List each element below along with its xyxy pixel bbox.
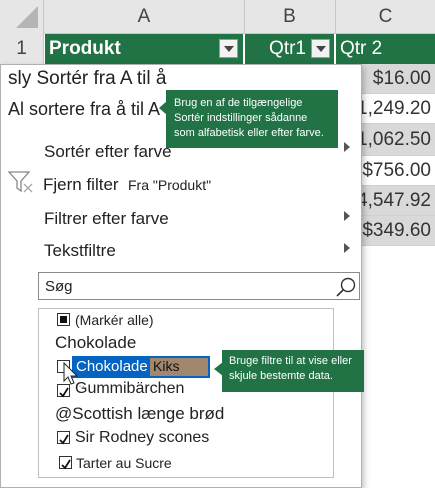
header-cell-qtr1: Qtr1 [244,34,334,64]
menu-filter-by-color[interactable]: Filtrer efter farve [44,209,169,229]
sir-rodney-checkbox[interactable] [57,431,70,445]
qtr1-filter-dropdown[interactable] [311,39,330,58]
list-item-sir-rodney[interactable]: Sir Rodney scones [75,429,209,447]
header-cell-qtr2: Qtr 2 [335,34,435,64]
list-group-chokolade: Chokolade [55,333,137,352]
menu-text-filters[interactable]: Tekstfiltre [44,241,116,261]
column-header-a[interactable]: A [45,0,243,34]
mouse-cursor-icon [63,362,79,385]
header-cell-produkt: Produkt [45,34,243,64]
produkt-filter-dropdown[interactable] [219,39,238,58]
header-produkt-label: Produkt [49,38,121,59]
column-header-c[interactable]: C [335,0,435,34]
tarter-checkbox[interactable] [59,456,72,470]
menu-clear-filter[interactable]: Fjern filter [43,175,119,195]
column-header-b[interactable]: B [244,0,334,34]
list-group-scottish: @Scottish længe brød [55,404,225,423]
menu-sort-descending[interactable]: Al sortere fra å til A [8,99,160,120]
corner-triangle-icon [16,6,38,28]
list-item-chokolade-selected[interactable]: Chokolade Kiks [72,356,210,378]
search-icon [336,277,356,297]
menu-sort-by-color[interactable]: Sortér efter farve [44,142,172,162]
list-item-chokolade-label: Chokolade [76,358,148,375]
row-header-1[interactable]: 1 [0,34,44,64]
dropdown-arrow-icon [223,45,234,52]
list-item-gummibarchen[interactable]: Gummibärchen [75,380,184,398]
select-all-checkbox[interactable] [57,313,70,326]
checkmark-icon [59,387,69,398]
filter-clear-icon [7,170,34,199]
menu-clear-filter-from: Fra "Produkt" [128,177,212,193]
header-qtr2-label: Qtr 2 [340,38,383,59]
filter-tooltip: Bruge filtre til at vise eller skjule be… [222,350,364,392]
submenu-arrow-icon [344,243,350,253]
select-all-corner[interactable] [0,0,44,34]
list-item-kiks[interactable]: Kiks [150,358,208,376]
checkmark-icon [61,459,71,470]
checkmark-icon [59,434,69,445]
search-input[interactable]: Søg [38,272,360,300]
dropdown-arrow-icon [315,45,326,52]
submenu-arrow-icon [344,142,350,152]
list-item-tarter[interactable]: Tarter au Sucre [76,455,172,471]
indeterminate-mark [60,316,67,323]
sort-tooltip: Brug en af de tilgængelige Sortér indsti… [166,90,338,148]
header-qtr1-label: Qtr1 [269,38,306,59]
menu-sort-ascending[interactable]: sly Sortér fra A til å [8,68,166,90]
search-placeholder: Søg [45,278,73,295]
submenu-arrow-icon [344,211,350,221]
list-item-select-all[interactable]: (Markér alle) [75,312,154,328]
